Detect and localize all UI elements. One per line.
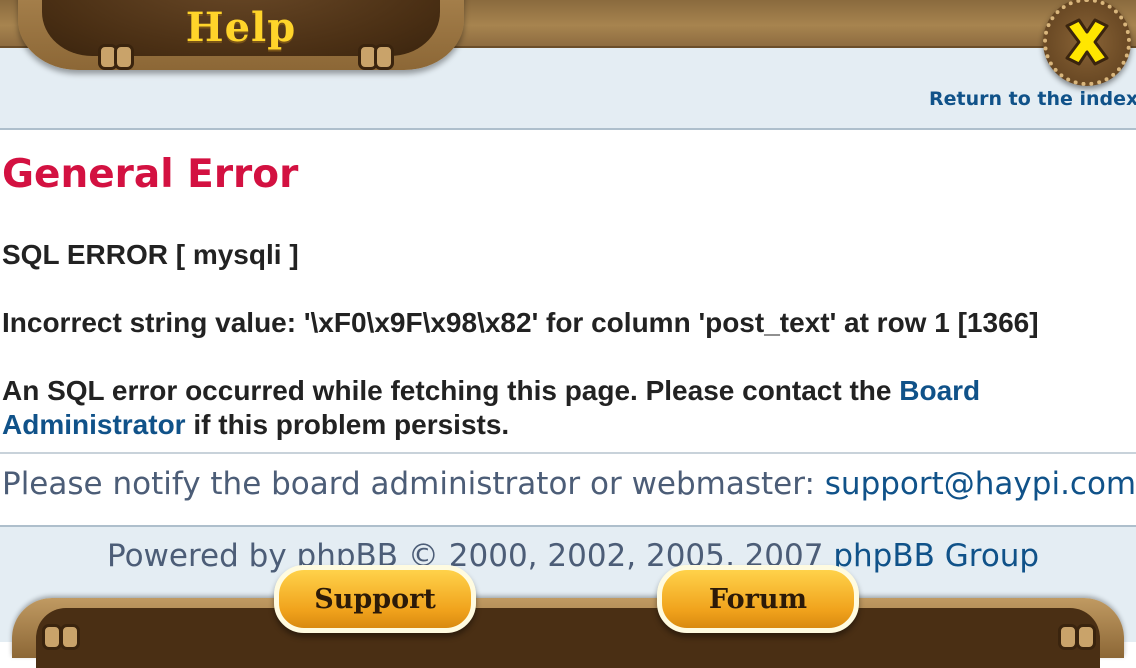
phpbb-group-link[interactable]: phpBB Group: [833, 538, 1039, 574]
powered-by-line: Powered by phpBB © 2000, 2002, 2005, 200…: [107, 538, 1039, 574]
support-email-link[interactable]: support@haypi.com: [825, 466, 1136, 502]
divider: [0, 452, 1136, 454]
notify-line: Please notify the board administrator or…: [2, 466, 1136, 502]
rivet-icon: [60, 624, 80, 650]
forum-button[interactable]: Forum: [657, 565, 859, 633]
error-title: General Error: [2, 152, 299, 197]
close-button[interactable]: [1043, 0, 1131, 86]
powered-prefix: Powered by: [107, 538, 297, 574]
board-administrator-link-continued[interactable]: Administrator: [2, 409, 186, 440]
footer-wood-inner: [36, 608, 1100, 668]
close-x-icon: [1065, 18, 1109, 66]
footer-wood-bar: [12, 598, 1124, 668]
sql-error-line: SQL ERROR [ mysqli ]: [2, 239, 299, 270]
rivet-icon: [1076, 624, 1096, 650]
rivet-icon: [42, 624, 62, 650]
notify-text: Please notify the board administrator or…: [2, 466, 825, 502]
help-tab: Help: [18, 0, 464, 70]
support-button[interactable]: Support: [274, 565, 476, 633]
error-message: An SQL error occurred while fetching thi…: [2, 374, 980, 408]
rivet-icon: [1058, 624, 1078, 650]
return-to-index-link[interactable]: Return to the index: [929, 88, 1136, 110]
error-detail: Incorrect string value: '\xF0\x9F\x98\x8…: [2, 307, 1039, 338]
error-message-continued: Administrator if this problem persists.: [2, 408, 509, 442]
board-administrator-link[interactable]: Board: [899, 375, 980, 406]
error-message-text: An SQL error occurred while fetching thi…: [2, 375, 892, 406]
rivet-icon: [114, 44, 134, 70]
rivet-icon: [374, 44, 394, 70]
persists-text: if this problem persists.: [185, 409, 510, 440]
